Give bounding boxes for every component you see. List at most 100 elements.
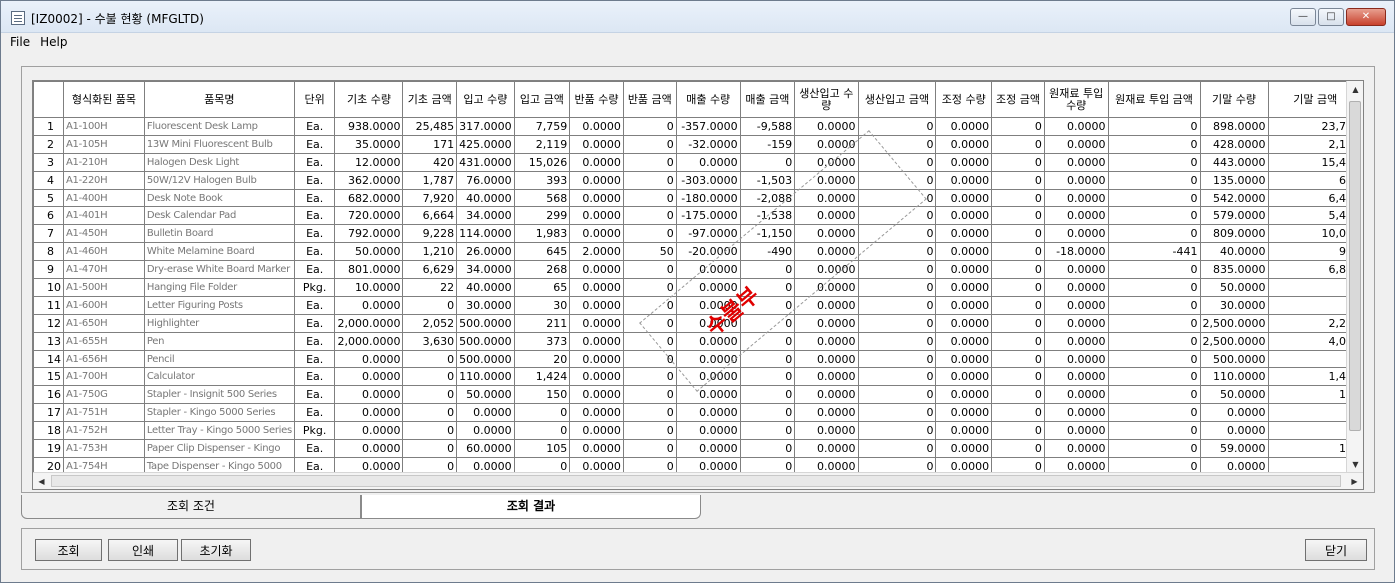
- table-cell[interactable]: -159: [739, 134, 796, 154]
- table-cell[interactable]: Stapler - Kingo 5000 Series: [143, 403, 295, 423]
- column-header[interactable]: 원재료 투입 금액: [1107, 81, 1201, 118]
- table-cell[interactable]: 0.0000: [569, 349, 624, 369]
- table-cell[interactable]: 15,026: [513, 152, 571, 172]
- column-header[interactable]: 조정 금액: [991, 81, 1045, 118]
- vertical-scrollbar[interactable]: ▲ ▼: [1346, 81, 1363, 473]
- table-cell[interactable]: -32.0000: [675, 134, 741, 154]
- horizontal-scrollbar[interactable]: ◀ ▶: [33, 472, 1363, 489]
- table-cell[interactable]: 0.0000: [794, 260, 859, 280]
- table-cell[interactable]: Ea.: [293, 170, 336, 190]
- table-cell[interactable]: 0: [857, 170, 937, 190]
- table-cell[interactable]: 0: [991, 260, 1045, 280]
- table-row[interactable]: 15 A1-700H Calculator Ea. 0.0000 0 110.0000 1,4…: [33, 367, 1363, 387]
- table-cell[interactable]: -303.0000: [675, 170, 741, 190]
- table-cell[interactable]: 0: [857, 242, 937, 262]
- table-cell[interactable]: 0: [857, 152, 937, 172]
- column-header[interactable]: 입고 수량: [456, 81, 515, 118]
- table-cell[interactable]: 0: [1107, 188, 1201, 208]
- table-cell[interactable]: 0.0000: [935, 242, 993, 262]
- table-cell[interactable]: 0: [622, 439, 677, 458]
- table-cell[interactable]: Ea.: [293, 367, 336, 387]
- table-cell[interactable]: 0.0000: [1043, 134, 1109, 154]
- table-row[interactable]: 7 A1-450H Bulletin Board Ea. 792.0000 9,228 11…: [33, 224, 1363, 244]
- table-cell[interactable]: 0.0000: [794, 295, 859, 315]
- table-cell[interactable]: Ea.: [293, 260, 336, 280]
- table-cell[interactable]: 0.0000: [456, 421, 515, 441]
- table-cell[interactable]: 0.0000: [1043, 278, 1109, 297]
- table-cell[interactable]: Bulletin Board: [143, 224, 295, 244]
- table-cell[interactable]: 0: [857, 295, 937, 315]
- table-cell[interactable]: 0: [991, 117, 1045, 136]
- menu-file[interactable]: File: [1, 34, 36, 49]
- table-cell[interactable]: 0.0000: [334, 421, 404, 441]
- table-cell[interactable]: 0: [622, 385, 677, 405]
- table-cell[interactable]: 0.0000: [935, 278, 993, 297]
- table-cell[interactable]: 0: [739, 421, 796, 441]
- table-cell[interactable]: 1,983: [513, 224, 571, 244]
- table-cell[interactable]: 114.0000: [456, 224, 515, 244]
- table-cell[interactable]: A1-655H: [63, 331, 145, 351]
- table-cell[interactable]: 0: [857, 134, 937, 154]
- table-cell[interactable]: A1-100H: [63, 117, 145, 136]
- scroll-right-icon[interactable]: ▶: [1346, 473, 1363, 489]
- table-cell[interactable]: Ea.: [293, 349, 336, 369]
- table-cell[interactable]: 0.0000: [794, 439, 859, 458]
- table-cell[interactable]: 0: [402, 385, 458, 405]
- table-cell[interactable]: 0: [622, 206, 677, 226]
- table-cell[interactable]: 211: [513, 313, 571, 333]
- table-cell[interactable]: -2,088: [739, 188, 796, 208]
- table-cell[interactable]: 443.0000: [1199, 152, 1269, 172]
- table-cell[interactable]: 0.0000: [569, 331, 624, 351]
- table-cell[interactable]: 2,500.0000: [1199, 313, 1269, 333]
- column-header[interactable]: 매출 금액: [739, 81, 796, 118]
- table-cell[interactable]: 0: [622, 152, 677, 172]
- table-cell[interactable]: White Melamine Board: [143, 242, 295, 262]
- table-cell[interactable]: 428.0000: [1199, 134, 1269, 154]
- table-row[interactable]: 13 A1-655H Pen Ea. 2,000.0000 3,630 500.0000 37…: [33, 331, 1363, 351]
- table-cell[interactable]: A1-500H: [63, 278, 145, 297]
- table-cell[interactable]: 801.0000: [334, 260, 404, 280]
- table-cell[interactable]: 0: [991, 134, 1045, 154]
- table-cell[interactable]: 0.0000: [675, 278, 741, 297]
- table-cell[interactable]: A1-700H: [63, 367, 145, 387]
- table-cell[interactable]: 0.0000: [569, 117, 624, 136]
- scroll-left-icon[interactable]: ◀: [33, 473, 50, 489]
- table-cell[interactable]: 0.0000: [675, 331, 741, 351]
- table-cell[interactable]: 0: [1107, 421, 1201, 441]
- table-cell[interactable]: 393: [513, 170, 571, 190]
- table-cell[interactable]: 0.0000: [1043, 331, 1109, 351]
- table-cell[interactable]: 2,000.0000: [334, 331, 404, 351]
- table-cell[interactable]: 10.0000: [334, 278, 404, 297]
- table-cell[interactable]: 3,630: [402, 331, 458, 351]
- reset-button[interactable]: 초기화: [181, 539, 251, 561]
- table-cell[interactable]: 0: [857, 349, 937, 369]
- table-cell[interactable]: 34.0000: [456, 260, 515, 280]
- column-header[interactable]: 생산입고 수량: [794, 81, 859, 118]
- table-cell[interactable]: 0: [991, 152, 1045, 172]
- query-button[interactable]: 조회: [35, 539, 102, 561]
- table-cell[interactable]: 0.0000: [675, 295, 741, 315]
- table-cell[interactable]: Fluorescent Desk Lamp: [143, 117, 295, 136]
- table-row[interactable]: 3 A1-210H Halogen Desk Light Ea. 12.0000 420 4…: [33, 152, 1363, 172]
- table-cell[interactable]: 0: [622, 295, 677, 315]
- table-cell[interactable]: 0.0000: [935, 170, 993, 190]
- table-cell[interactable]: 0.0000: [794, 403, 859, 423]
- table-cell[interactable]: 0: [857, 188, 937, 208]
- table-cell[interactable]: 0: [991, 313, 1045, 333]
- table-cell[interactable]: 0: [622, 170, 677, 190]
- table-cell[interactable]: Stapler - Insignit 500 Series: [143, 385, 295, 405]
- table-cell[interactable]: Ea.: [293, 295, 336, 315]
- table-cell[interactable]: 0: [1107, 117, 1201, 136]
- table-row[interactable]: 2 A1-105H 13W Mini Fluorescent Bulb Ea. 35.0…: [33, 134, 1363, 154]
- table-cell[interactable]: 110.0000: [456, 367, 515, 387]
- table-cell[interactable]: 0: [622, 403, 677, 423]
- table-cell[interactable]: 0: [857, 367, 937, 387]
- column-header[interactable]: 입고 금액: [513, 81, 571, 118]
- table-cell[interactable]: 110.0000: [1199, 367, 1269, 387]
- table-cell[interactable]: 0.0000: [1199, 421, 1269, 441]
- table-cell[interactable]: 35.0000: [334, 134, 404, 154]
- table-cell[interactable]: -175.0000: [675, 206, 741, 226]
- table-cell[interactable]: 0: [991, 349, 1045, 369]
- table-cell[interactable]: 0.0000: [1043, 206, 1109, 226]
- table-row[interactable]: 12 A1-650H Highlighter Ea. 2,000.0000 2,052 50…: [33, 313, 1363, 333]
